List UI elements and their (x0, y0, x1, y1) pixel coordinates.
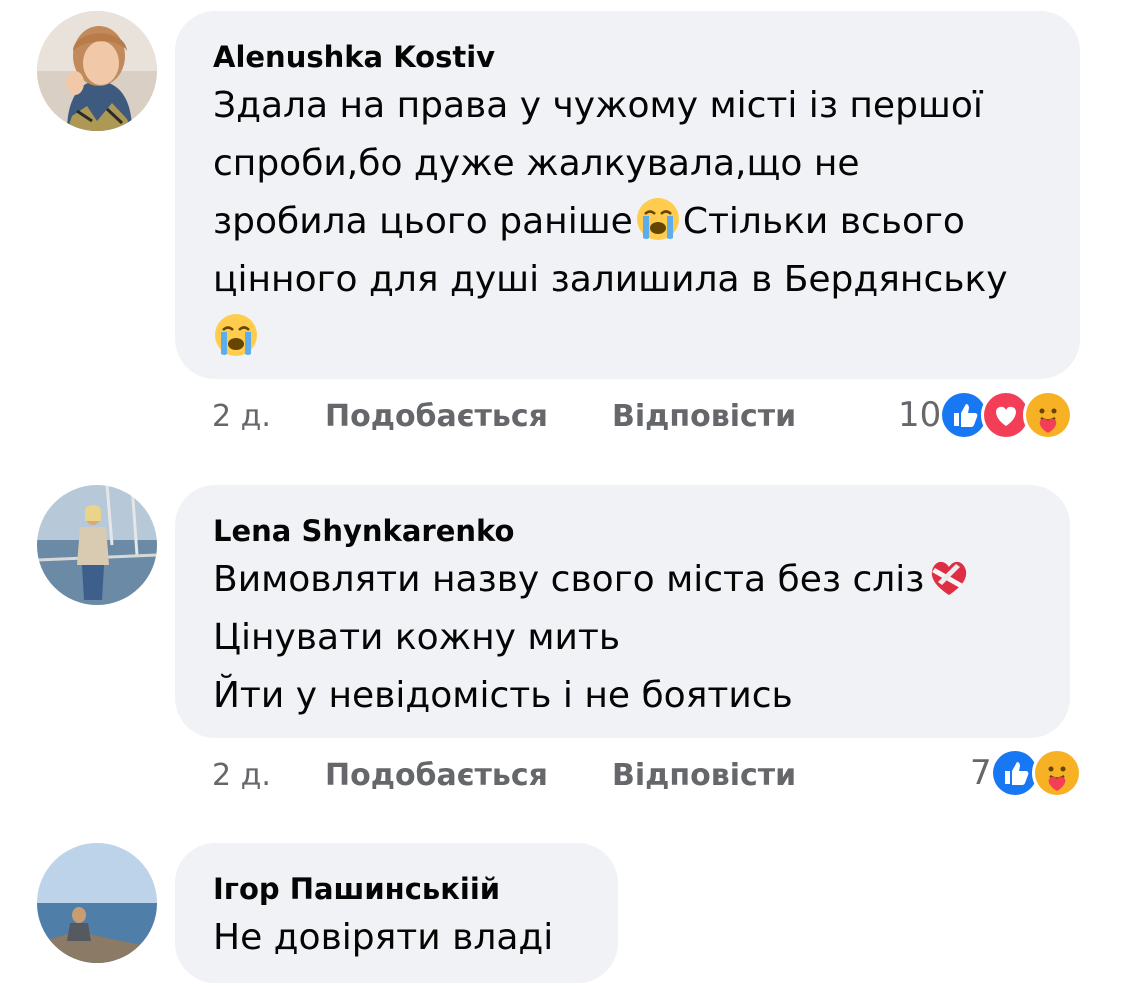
comment-timestamp[interactable]: 2 д. (212, 392, 271, 442)
like-button[interactable]: Подобається (325, 392, 548, 442)
mending-heart-icon (926, 554, 972, 600)
comment-text-line: Йти у невідомість і не боятись (213, 675, 793, 716)
avatar[interactable] (37, 843, 157, 963)
comment-bubble: Alenushka Kostiv Здала на права у чужому… (175, 11, 1080, 379)
reply-button[interactable]: Відповісти (612, 751, 796, 801)
reaction-count: 7 (970, 753, 992, 793)
comment-text-line: спроби,бо дуже жалкувала,що не (213, 143, 860, 184)
comment-text-segment: зробила цього раніше (213, 201, 633, 242)
comment-text-line: Вимовляти назву свого міста без сліз (213, 551, 1032, 609)
comment-text-segment: Стільки всього (682, 201, 965, 242)
avatar[interactable] (37, 11, 157, 131)
care-icon (1023, 390, 1074, 440)
comment-timestamp[interactable]: 2 д. (212, 751, 271, 801)
comment-text-line: Не довіряти владі (213, 917, 554, 958)
reply-button[interactable]: Відповісти (612, 392, 796, 442)
loudly-crying-face-icon (213, 312, 259, 358)
comment-text-segment: Вимовляти назву свого міста без сліз (213, 559, 925, 600)
loudly-crying-face-icon (635, 196, 681, 242)
like-button[interactable]: Подобається (325, 751, 548, 801)
comment-author[interactable]: Ігор Пашинськіій (213, 869, 580, 909)
comment-text-line: Цінувати кожну мить (213, 617, 621, 658)
comment-text-line: Здала на права у чужому місті із першої (213, 85, 983, 126)
reaction-count: 10 (898, 395, 942, 435)
reactions-summary[interactable]: 10 (898, 389, 1074, 441)
care-icon (1031, 748, 1082, 798)
reactions-summary[interactable]: 7 (970, 747, 1082, 799)
avatar[interactable] (37, 485, 157, 605)
comment-bubble: Ігор Пашинськіій Не довіряти владі (175, 843, 618, 983)
comment-text-line: цінного для душі залишила в Бердянську (213, 259, 1008, 300)
comment-author[interactable]: Lena Shynkarenko (213, 511, 1032, 551)
comment-text-line (213, 309, 1042, 367)
comment-text-line: зробила цього раніше Стільки всього (213, 193, 1042, 251)
comment-author[interactable]: Alenushka Kostiv (213, 37, 1042, 77)
comment-bubble: Lena Shynkarenko Вимовляти назву свого м… (175, 485, 1070, 738)
